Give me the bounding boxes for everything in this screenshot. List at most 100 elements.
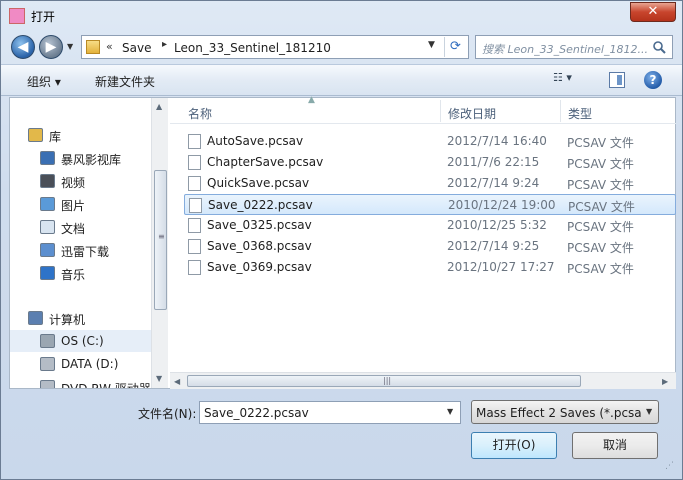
sidebar-item[interactable]: 库 [10, 124, 151, 146]
drive-c-icon [40, 334, 55, 348]
navigation-pane-scrollbar[interactable]: ▲ ≡ ▼ [151, 98, 168, 388]
file-type: PCSAV 文件 [567, 262, 634, 276]
breadcrumb-overflow-icon[interactable]: « [106, 40, 113, 53]
column-divider[interactable] [560, 100, 561, 122]
sidebar-item[interactable]: 图片 [10, 193, 151, 215]
file-name: ChapterSave.pcsav [207, 155, 324, 169]
resize-grip-icon[interactable]: ⋰ [665, 461, 679, 475]
sort-indicator-icon: ▲ [308, 95, 315, 105]
breadcrumb-save[interactable]: Save [122, 41, 151, 55]
file-name: QuickSave.pcsav [207, 176, 310, 190]
file-type-dropdown-icon: ▼ [646, 407, 653, 416]
file-date-modified: 2012/7/14 16:40 [447, 134, 547, 148]
sidebar-item-label: 库 [49, 130, 62, 144]
sidebar-item-label: 暴风影视库 [61, 153, 122, 167]
search-icon[interactable] [652, 40, 666, 54]
file-date-modified: 2010/12/25 5:32 [447, 218, 547, 232]
file-name: Save_0325.pcsav [207, 218, 312, 232]
file-row[interactable]: AutoSave.pcsav 2012/7/14 16:40 PCSAV 文件 [184, 131, 676, 152]
sidebar-item[interactable]: DATA (D:) [10, 353, 151, 375]
search-input[interactable]: 搜索 Leon_33_Sentinel_1812... [475, 35, 673, 59]
file-icon [188, 218, 201, 233]
filename-input[interactable]: Save_0222.pcsav ▼ [199, 401, 461, 424]
scroll-left-icon[interactable]: ◀ [174, 377, 180, 386]
file-type: PCSAV 文件 [567, 157, 634, 171]
close-button[interactable]: ✕ [630, 2, 676, 22]
refresh-button[interactable]: ⟳ [444, 37, 466, 57]
file-name: Save_0222.pcsav [208, 198, 313, 212]
forward-button[interactable]: ▶ [39, 35, 63, 59]
file-list-horizontal-scrollbar[interactable]: ◀ ||| ▶ [170, 372, 676, 389]
back-button[interactable]: ◀ [11, 35, 35, 59]
music-icon [40, 266, 55, 280]
organize-button[interactable]: 组织 ▾ [27, 73, 61, 90]
scroll-up-icon[interactable]: ▲ [156, 102, 162, 111]
sidebar-item-label: 视频 [61, 176, 86, 190]
column-divider[interactable] [440, 100, 441, 122]
navigation-bar: ◀ ▶ ▼ « Save ▸ Leon_33_Sentinel_181210 ▼… [7, 32, 677, 62]
file-date-modified: 2012/7/14 9:25 [447, 239, 540, 253]
file-type: PCSAV 文件 [567, 220, 634, 234]
search-placeholder: 搜索 Leon_33_Sentinel_1812... [482, 43, 648, 56]
command-bar: 组织 ▾ 新建文件夹 ☷ ▾ ? [1, 64, 682, 96]
sidebar-item-label: 迅雷下载 [61, 245, 110, 259]
open-file-dialog: 打开 ✕ ◀ ▶ ▼ « Save ▸ Leon_33_Sentinel_181… [0, 0, 683, 480]
sidebar-item[interactable]: 暴风影视库 [10, 147, 151, 169]
scroll-down-icon[interactable]: ▼ [156, 374, 162, 383]
file-row[interactable]: ChapterSave.pcsav 2011/7/6 22:15 PCSAV 文件 [184, 152, 676, 173]
sidebar-item[interactable]: DVD RW 驱动器 [10, 376, 151, 388]
recent-locations-dropdown-icon[interactable]: ▼ [67, 42, 73, 51]
computer-icon [28, 311, 43, 325]
file-row[interactable]: Save_0368.pcsav 2012/7/14 9:25 PCSAV 文件 [184, 236, 676, 257]
breadcrumb-current-folder[interactable]: Leon_33_Sentinel_181210 [174, 41, 331, 55]
sidebar-item[interactable]: 视频 [10, 170, 151, 192]
sidebar-item[interactable]: 音乐 [10, 262, 151, 284]
new-folder-button[interactable]: 新建文件夹 [95, 73, 155, 90]
file-row[interactable]: QuickSave.pcsav 2012/7/14 9:24 PCSAV 文件 [184, 173, 676, 194]
file-row[interactable]: Save_0369.pcsav 2012/10/27 17:27 PCSAV 文件 [184, 257, 676, 278]
navigation-pane-scroll-thumb[interactable]: ≡ [154, 170, 167, 310]
file-icon [188, 239, 201, 254]
filename-dropdown-icon[interactable]: ▼ [447, 407, 453, 416]
cancel-button[interactable]: 取消 [572, 432, 658, 459]
file-type: PCSAV 文件 [568, 200, 635, 214]
file-type: PCSAV 文件 [567, 136, 634, 150]
file-type-value: Mass Effect 2 Saves (*.pcsav [476, 406, 642, 420]
help-button[interactable]: ? [644, 71, 662, 89]
sidebar-item[interactable]: 迅雷下载 [10, 239, 151, 261]
open-button[interactable]: 打开(O) [471, 432, 557, 459]
scroll-right-icon[interactable]: ▶ [662, 377, 668, 386]
title-bar: 打开 ✕ [1, 1, 682, 31]
column-type[interactable]: 类型 [568, 105, 592, 122]
sidebar-item[interactable]: 文档 [10, 216, 151, 238]
column-name[interactable]: 名称 [188, 105, 212, 122]
sidebar-item[interactable]: OS (C:) [10, 330, 151, 352]
documents-icon [40, 220, 55, 234]
file-type-select[interactable]: Mass Effect 2 Saves (*.pcsav ▼ [471, 400, 659, 424]
pictures-icon [40, 197, 55, 211]
sidebar-item-label: 音乐 [61, 268, 86, 282]
sidebar-item[interactable]: 计算机 [10, 307, 151, 329]
drive-d-icon [40, 357, 55, 371]
folder-icon [86, 40, 100, 54]
file-date-modified: 2012/10/27 17:27 [447, 260, 555, 274]
column-headers: ▲ 名称 修改日期 类型 [170, 95, 676, 124]
file-row[interactable]: Save_0222.pcsav 2010/12/24 19:00 PCSAV 文件 [184, 194, 676, 215]
file-icon [188, 260, 201, 275]
change-view-button[interactable]: ☷ ▾ [553, 71, 589, 89]
file-name: Save_0368.pcsav [207, 239, 312, 253]
filename-value: Save_0222.pcsav [204, 406, 309, 420]
grip-icon: ≡ [158, 232, 165, 241]
breadcrumb-separator-icon[interactable]: ▸ [162, 39, 167, 50]
address-dropdown-icon[interactable]: ▼ [428, 40, 435, 50]
address-bar[interactable]: « Save ▸ Leon_33_Sentinel_181210 ▼ ⟳ [81, 35, 469, 59]
library-icon [28, 128, 43, 142]
preview-pane-button[interactable] [609, 72, 625, 88]
horizontal-scroll-thumb[interactable]: ||| [187, 375, 581, 387]
file-icon [188, 134, 201, 149]
column-date-modified[interactable]: 修改日期 [448, 105, 496, 122]
file-date-modified: 2012/7/14 9:24 [447, 176, 540, 190]
file-row[interactable]: Save_0325.pcsav 2010/12/25 5:32 PCSAV 文件 [184, 215, 676, 236]
sidebar-item-label: 计算机 [49, 313, 86, 327]
file-icon [188, 155, 201, 170]
